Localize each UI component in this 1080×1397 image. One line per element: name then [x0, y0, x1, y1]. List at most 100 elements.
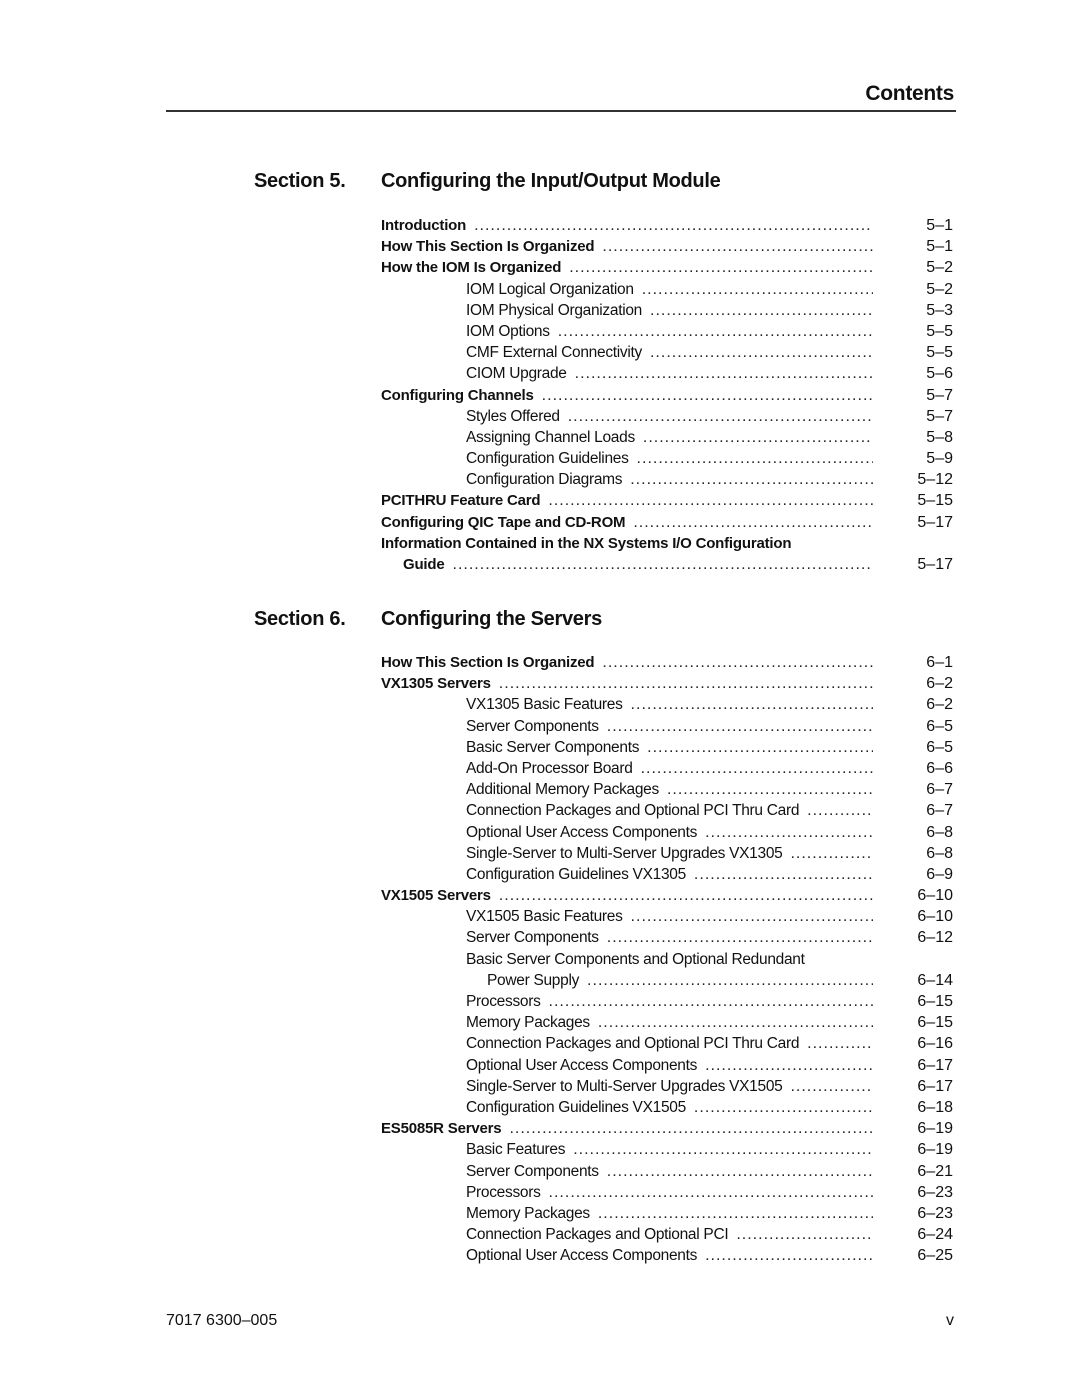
toc-page-number: 6–10 — [917, 908, 953, 926]
dot-leader: ........................................… — [807, 802, 873, 820]
toc-entry[interactable]: How This Section Is Organized...........… — [381, 236, 953, 258]
dot-leader: ........................................… — [597, 1014, 873, 1032]
section-heading: Section 6. Configuring the Servers — [254, 608, 602, 631]
toc-page-number: 6–16 — [917, 1035, 953, 1053]
toc-entry[interactable]: Server Components.......................… — [381, 927, 953, 949]
toc-entry[interactable]: How This Section Is Organized...........… — [381, 652, 953, 674]
toc-entry[interactable]: Optional User Access Components.........… — [381, 1054, 953, 1076]
toc-entry-label: PCITHRU Feature Card — [381, 490, 549, 512]
toc-entry-label: Configuring Channels — [381, 384, 542, 406]
toc-entry[interactable]: Configuration Guidelines VX1305.........… — [381, 863, 953, 886]
toc-page-number: 6–7 — [926, 802, 953, 820]
toc-entry[interactable]: ES5085R Servers.........................… — [381, 1118, 953, 1140]
toc-page-number: 5–2 — [926, 259, 953, 277]
toc-entry-label: Basic Server Components — [466, 736, 648, 758]
dot-leader: ........................................… — [705, 823, 873, 841]
toc-list-section-6: How This Section Is Organized...........… — [381, 652, 953, 1267]
toc-page-number: 5–1 — [926, 238, 953, 256]
toc-entry[interactable]: IOM Physical Organization...............… — [381, 299, 953, 321]
toc-entry[interactable]: Assigning Channel Loads.................… — [381, 426, 953, 449]
toc-entry[interactable]: Guide...................................… — [381, 554, 953, 576]
toc-entry[interactable]: Add-On Processor Board..................… — [381, 757, 953, 780]
toc-entry-label: Add-On Processor Board — [466, 757, 641, 780]
dot-leader: ........................................… — [474, 217, 873, 234]
toc-entry[interactable]: VX1505 Basic Features...................… — [381, 906, 953, 928]
toc-page-number: 6–25 — [917, 1247, 953, 1265]
toc-page-number: 5–6 — [926, 365, 953, 383]
toc-entry[interactable]: Single-Server to Multi-Server Upgrades V… — [381, 842, 953, 864]
running-header-title: Contents — [865, 82, 954, 105]
toc-entry[interactable]: Configuration Guidelines VX1505.........… — [381, 1096, 953, 1119]
toc-entry-label: IOM Options — [466, 320, 558, 343]
toc-page-number: 5–5 — [926, 344, 953, 362]
toc-page-number: 5–7 — [926, 407, 953, 425]
toc-entry[interactable]: Optional User Access Components.........… — [381, 821, 953, 843]
toc-entry[interactable]: Connection Packages and Optional PCI Thr… — [381, 1033, 953, 1055]
toc-entry[interactable]: PCITHRU Feature Card....................… — [381, 490, 953, 512]
toc-entry[interactable]: Server Components.......................… — [381, 1160, 953, 1182]
dot-leader: ........................................… — [705, 1247, 873, 1265]
dot-leader: ........................................… — [630, 908, 873, 926]
toc-entry[interactable]: Memory Packages.........................… — [381, 1202, 953, 1225]
toc-entry[interactable]: Basic Server Components and Optional Red… — [381, 948, 953, 970]
section-heading: Section 5. Configuring the Input/Output M… — [254, 170, 721, 193]
toc-page-number: 6–17 — [917, 1056, 953, 1074]
toc-page-number: 6–5 — [926, 738, 953, 756]
toc-entry-label: Single-Server to Multi-Server Upgrades V… — [466, 842, 791, 864]
toc-entry[interactable]: Optional User Access Components.........… — [381, 1245, 953, 1267]
toc-entry[interactable]: Additional Memory Packages..............… — [381, 779, 953, 801]
toc-entry[interactable]: VX1305 Servers..........................… — [381, 673, 953, 695]
toc-entry[interactable]: Power Supply............................… — [381, 969, 953, 992]
toc-entry-label: Processors — [466, 1181, 549, 1203]
toc-page-number: 6–17 — [917, 1077, 953, 1095]
toc-entry-label: Configuration Diagrams — [466, 469, 631, 491]
toc-entry-label: How the IOM Is Organized — [381, 257, 570, 279]
dot-leader: ........................................… — [636, 450, 873, 468]
toc-entry[interactable]: VX1305 Basic Features...................… — [381, 694, 953, 716]
toc-page-number: 6–19 — [917, 1141, 953, 1159]
toc-page-number: 5–15 — [917, 492, 953, 510]
toc-entry-label: Server Components — [466, 927, 607, 949]
dot-leader: ........................................… — [541, 386, 873, 404]
toc-entry[interactable]: Memory Packages.........................… — [381, 1012, 953, 1034]
toc-entry[interactable]: IOM Logical Organization................… — [381, 278, 953, 300]
dot-leader: ........................................… — [650, 301, 873, 319]
toc-entry[interactable]: Processors..............................… — [381, 1181, 953, 1203]
toc-entry[interactable]: Styles Offered..........................… — [381, 405, 953, 427]
toc-entry[interactable]: Connection Packages and Optional PCI....… — [381, 1224, 953, 1246]
toc-entry[interactable]: Information Contained in the NX Systems … — [381, 532, 953, 555]
toc-entry[interactable]: Basic Features..........................… — [381, 1139, 953, 1161]
toc-entry[interactable]: Connection Packages and Optional PCI Thr… — [381, 800, 953, 822]
toc-entry[interactable]: Processors..............................… — [381, 991, 953, 1013]
dot-leader: ........................................… — [573, 1141, 873, 1159]
toc-entry-label: How This Section Is Organized — [381, 236, 603, 258]
toc-entry[interactable]: Server Components.......................… — [381, 715, 953, 737]
toc-entry-label: Configuration Guidelines — [466, 448, 637, 470]
dot-leader: ........................................… — [640, 759, 873, 777]
toc-entry[interactable]: Configuration Diagrams..................… — [381, 469, 953, 491]
toc-page-number: 6–10 — [917, 887, 953, 905]
toc-entry[interactable]: Configuration Guidelines................… — [381, 448, 953, 470]
dot-leader: ........................................… — [498, 675, 873, 693]
toc-entry[interactable]: Single-Server to Multi-Server Upgrades V… — [381, 1075, 953, 1097]
toc-entry[interactable]: Introduction............................… — [381, 215, 953, 237]
section-number: Section 5. — [254, 170, 346, 192]
toc-page-number: 6–15 — [917, 993, 953, 1010]
header-rule — [166, 110, 956, 112]
toc-entry[interactable]: Configuring Channels....................… — [381, 384, 953, 406]
toc-entry[interactable]: How the IOM Is Organized................… — [381, 257, 953, 279]
toc-entry[interactable]: CMF External Connectivity...............… — [381, 342, 953, 364]
dot-leader: ........................................… — [606, 929, 873, 947]
dot-leader: ........................................… — [633, 513, 873, 531]
toc-page-number: 6–24 — [917, 1226, 953, 1244]
dot-leader: ........................................… — [736, 1226, 873, 1244]
toc-entry[interactable]: Basic Server Components.................… — [381, 736, 953, 758]
dot-leader: ........................................… — [630, 696, 873, 714]
toc-entry[interactable]: CIOM Upgrade............................… — [381, 363, 953, 385]
toc-entry[interactable]: VX1505 Servers..........................… — [381, 885, 953, 907]
dot-leader: ........................................… — [649, 344, 873, 362]
dot-leader: ........................................… — [790, 844, 873, 862]
toc-entry[interactable]: IOM Options.............................… — [381, 320, 953, 343]
toc-entry[interactable]: Configuring QIC Tape and CD-ROM.........… — [381, 511, 953, 533]
toc-page-number: 6–19 — [917, 1120, 953, 1138]
